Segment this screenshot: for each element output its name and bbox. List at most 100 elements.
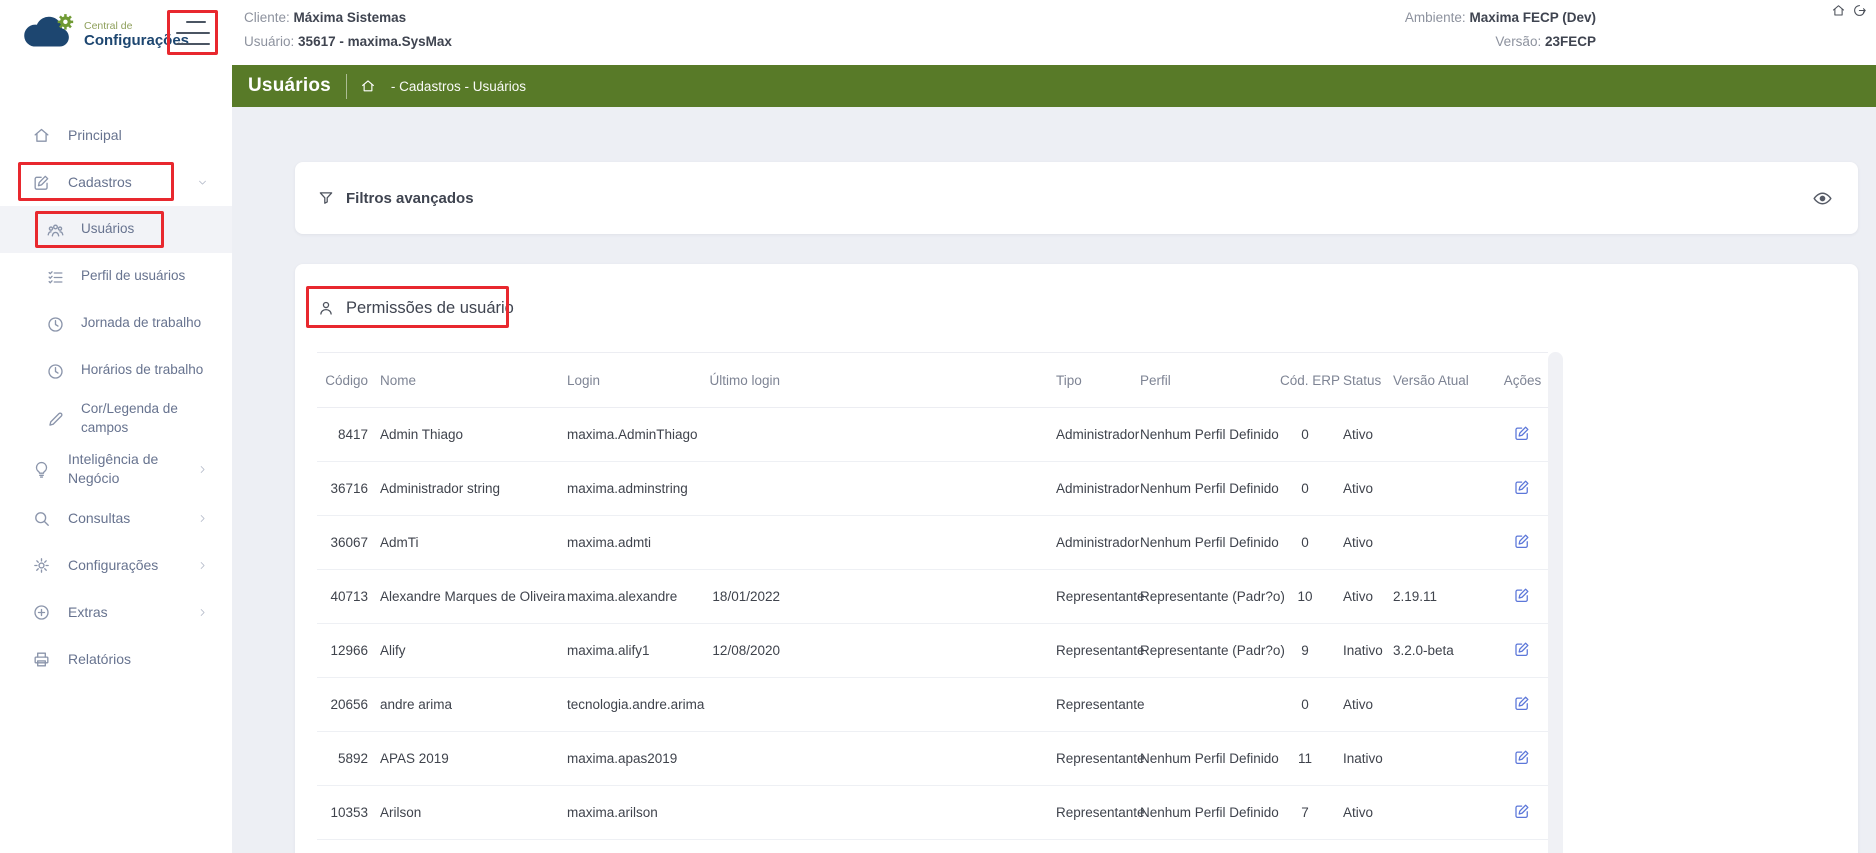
home-icon[interactable] <box>1831 2 1847 18</box>
cell-codigo: 12966 <box>317 643 368 658</box>
col-header-status: Status <box>1330 373 1390 388</box>
sidebar: Principal Cadastros UsuáriosPerfil de usuá… <box>0 65 232 853</box>
filter-funnel-icon <box>317 189 335 207</box>
sidebar-item-relatorios[interactable]: Relatórios <box>0 636 232 683</box>
col-header-versao_atual: Versão Atual <box>1390 373 1497 388</box>
cell-tipo: Representante <box>780 643 1140 658</box>
cell-cod_erp: 9 <box>1280 643 1330 658</box>
env-value: Maxima FECP (Dev) <box>1469 10 1596 25</box>
permissions-header: Permissões de usuário <box>317 264 1858 352</box>
sidebar-item-perfil-de-usuarios[interactable]: Perfil de usuários <box>0 253 232 300</box>
user-label: Usuário: <box>244 34 294 49</box>
col-header-acoes: Ações <box>1497 373 1548 388</box>
corner-actions <box>1831 2 1868 18</box>
sidebar-item-corlegenda-de-campos[interactable]: Cor/Legenda de campos <box>0 394 232 444</box>
permissions-title: Permissões de usuário <box>346 299 514 318</box>
cell-tipo: Representante <box>780 697 1140 712</box>
cell-ultimo_login: 18/01/2022 <box>690 589 780 604</box>
cell-nome: Arilson <box>368 805 567 820</box>
edit-user-icon[interactable] <box>1513 640 1532 659</box>
client-value: Máxima Sistemas <box>294 10 407 25</box>
cell-codigo: 5892 <box>317 751 368 766</box>
sidebar-item-inteligencia-de-negocio[interactable]: Inteligência de Negócio <box>0 444 232 495</box>
edit-user-icon[interactable] <box>1513 694 1532 713</box>
eye-icon[interactable] <box>1812 187 1834 209</box>
page-title-bar: Usuários - Cadastros - Usuários <box>232 65 1876 107</box>
cell-acoes <box>1497 478 1548 500</box>
edit-user-icon[interactable] <box>1513 586 1532 605</box>
cell-nome: Admin Thiago <box>368 427 567 442</box>
cell-cod_erp: 0 <box>1280 535 1330 550</box>
cell-acoes <box>1497 802 1548 824</box>
chevron-right-icon <box>197 513 208 524</box>
sidebar-item-consultas[interactable]: Consultas <box>0 495 232 542</box>
cell-login: maxima.admti <box>567 535 690 550</box>
table-row: 20656andre arimatecnologia.andre.arimaRe… <box>317 678 1548 732</box>
col-header-login: Login <box>567 373 690 388</box>
edit-user-icon[interactable] <box>1513 802 1532 821</box>
search-icon <box>32 509 51 528</box>
menu-toggle-button[interactable] <box>176 19 212 47</box>
cell-tipo: Representante <box>780 805 1140 820</box>
cell-status: Ativo <box>1330 481 1390 496</box>
sidebar-item-usuarios[interactable]: Usuários <box>0 206 232 253</box>
cell-tipo: Representante <box>780 589 1140 604</box>
plus-circle-icon <box>32 603 51 622</box>
cell-status: Ativo <box>1330 535 1390 550</box>
cell-codigo: 36716 <box>317 481 368 496</box>
advanced-filters-panel[interactable]: Filtros avançados <box>295 162 1858 234</box>
cell-login: maxima.apas2019 <box>567 751 690 766</box>
divider <box>346 74 347 99</box>
chevron-right-icon <box>197 464 208 475</box>
printer-icon <box>32 650 51 669</box>
edit-user-icon[interactable] <box>1513 478 1532 497</box>
cell-perfil: Representante (Padr?o) <box>1140 643 1280 658</box>
cell-login: tecnologia.andre.arima <box>567 697 690 712</box>
cell-perfil: Nenhum Perfil Definido <box>1140 481 1280 496</box>
sidebar-item-principal[interactable]: Principal <box>0 112 232 159</box>
cell-acoes <box>1497 748 1548 770</box>
edit-user-icon[interactable] <box>1513 424 1532 443</box>
cell-tipo: Administrador <box>780 427 1140 442</box>
cell-status: Ativo <box>1330 805 1390 820</box>
cell-status: Ativo <box>1330 589 1390 604</box>
cell-tipo: Administrador <box>780 535 1140 550</box>
chevron-right-icon <box>197 607 208 618</box>
version-value: 23FECP <box>1545 34 1596 49</box>
top-header: Central de Configurações Cliente: Máxima… <box>0 0 1876 65</box>
cell-perfil: Nenhum Perfil Definido <box>1140 751 1280 766</box>
brand-line1: Central de <box>84 21 189 33</box>
edit-user-icon[interactable] <box>1513 532 1532 551</box>
cell-codigo: 10353 <box>317 805 368 820</box>
cell-ultimo_login: 12/08/2020 <box>690 643 780 658</box>
sidebar-nav: Principal Cadastros UsuáriosPerfil de usuá… <box>0 65 232 683</box>
sidebar-item-label: Cadastros <box>68 173 132 193</box>
breadcrumb-home-icon[interactable] <box>360 78 376 94</box>
edit-user-icon[interactable] <box>1513 748 1532 767</box>
table-header-row: CódigoNomeLoginÚltimo loginTipoPerfilCód… <box>317 352 1548 408</box>
cell-cod_erp: 10 <box>1280 589 1330 604</box>
cell-nome: Administrador string <box>368 481 567 496</box>
sidebar-item-extras[interactable]: Extras <box>0 589 232 636</box>
col-header-cod_erp: Cód. ERP <box>1280 373 1330 388</box>
cell-status: Ativo <box>1330 697 1390 712</box>
client-label: Cliente: <box>244 10 290 25</box>
cell-versao_atual: 2.19.11 <box>1390 589 1497 604</box>
app-logo: Central de Configurações <box>20 8 189 56</box>
sidebar-item-configuracoes[interactable]: Configurações <box>0 542 232 589</box>
content-area: Filtros avançados Permissões de usuário … <box>232 107 1876 853</box>
logout-icon[interactable] <box>1852 2 1868 18</box>
cell-acoes <box>1497 532 1548 554</box>
table-scrollbar[interactable] <box>1548 352 1563 853</box>
cell-cod_erp: 7 <box>1280 805 1330 820</box>
table-row: 36716Administrador stringmaxima.adminstr… <box>317 462 1548 516</box>
env-label: Ambiente: <box>1405 10 1466 25</box>
cell-acoes <box>1497 586 1548 608</box>
sidebar-item-horarios-de-trabalho[interactable]: Horários de trabalho <box>0 347 232 394</box>
sidebar-item-jornada-de-trabalho[interactable]: Jornada de trabalho <box>0 300 232 347</box>
sidebar-item-label: Configurações <box>68 556 158 576</box>
table-row: 5892APAS 2019maxima.apas2019Representant… <box>317 732 1548 786</box>
sidebar-item-cadastros[interactable]: Cadastros <box>0 159 232 206</box>
sidebar-item-label: Relatórios <box>68 650 131 670</box>
cell-status: Inativo <box>1330 751 1390 766</box>
